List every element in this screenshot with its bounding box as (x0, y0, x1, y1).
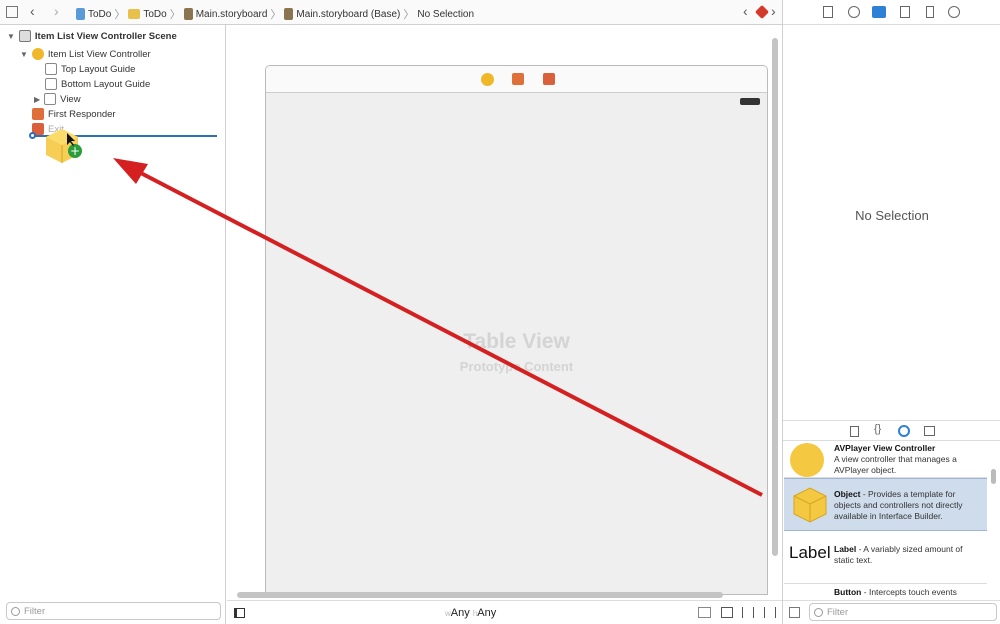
library-tabs: {} (783, 420, 1000, 441)
library-item-avplayer[interactable]: AVPlayer View Controller A view controlle… (784, 441, 987, 478)
library-item-button[interactable]: Button - Intercepts touch events (784, 584, 987, 600)
pin-icon[interactable] (742, 607, 754, 618)
h-value: Any (477, 607, 497, 619)
size-class-button[interactable]: wAny hAny (445, 607, 496, 619)
connections-inspector-icon[interactable] (948, 6, 960, 18)
first-responder-icon (32, 108, 44, 120)
outline-top-layout-guide[interactable]: Top Layout Guide (45, 62, 135, 76)
w-value: Any (450, 607, 470, 619)
scene-label: Item List View Controller Scene (34, 30, 177, 42)
desc-text: Intercepts touch events (868, 587, 957, 597)
breadcrumb-selection[interactable]: No Selection (417, 9, 474, 20)
item-label: View (60, 93, 81, 105)
scene-dock (266, 66, 767, 93)
canvas-bottom-bar: wAny hAny (227, 600, 782, 624)
breadcrumb-project[interactable]: ToDo (88, 9, 111, 20)
document-outline: ▼ Item List View Controller Scene ▼ Item L… (0, 25, 226, 624)
svg-text:+: + (70, 144, 80, 158)
outline-controller[interactable]: ▼ Item List View Controller (20, 47, 151, 61)
grid-view-icon[interactable] (789, 607, 800, 618)
object-library-icon[interactable] (898, 425, 910, 437)
stack-icon[interactable] (698, 607, 711, 618)
layout-guide-icon (45, 63, 57, 75)
table-view-subtitle: Prototype Content (459, 359, 574, 374)
item-label: Bottom Layout Guide (61, 78, 151, 90)
toggle-outline-icon[interactable] (234, 608, 245, 618)
prev-issue-icon[interactable]: ‹ (743, 3, 748, 19)
table-view-title: Table View (463, 330, 570, 353)
view-controller-icon (31, 48, 44, 60)
breadcrumb-file[interactable]: Main.storyboard (196, 9, 268, 20)
dragged-object-icon: + (46, 129, 82, 163)
view-controller-icon[interactable] (481, 73, 494, 86)
outline-filter-input[interactable]: Filter (6, 602, 221, 620)
battery-icon (740, 98, 760, 105)
media-library-icon[interactable] (924, 426, 935, 436)
canvas-vertical-scrollbar[interactable] (772, 38, 778, 556)
library-bottom-bar: Filter (783, 600, 1000, 624)
breadcrumb-base[interactable]: Main.storyboard (Base) (296, 9, 400, 20)
item-name: Object (834, 489, 861, 499)
library-item-label[interactable]: Label Label - A variably sized amount of… (784, 531, 987, 584)
no-selection-label: No Selection (855, 208, 929, 223)
breadcrumb: ToDo 〉 ToDo 〉 Main.storyboard 〉 Main.storyb… (76, 6, 474, 22)
inspector-tabs (783, 0, 1000, 25)
file-template-library-icon[interactable] (850, 426, 859, 437)
utilities-panel: No Selection {} AVPlayer View Controller… (782, 0, 1000, 624)
scene-icon (18, 30, 31, 42)
outline-view[interactable]: ▶ View (34, 92, 81, 106)
library-item-desc: Object - Provides a template for objects… (834, 489, 963, 521)
help-icon[interactable] (848, 6, 860, 18)
library-item-object[interactable]: Object - Provides a template for objects… (784, 478, 987, 531)
library-filter-input[interactable]: Filter (809, 603, 997, 621)
exit-icon[interactable] (543, 73, 555, 85)
item-label: First Responder (48, 108, 116, 120)
avplayer-icon (790, 443, 824, 477)
related-items-icon[interactable] (6, 6, 18, 18)
attributes-inspector-icon[interactable] (900, 6, 910, 18)
storyboard-icon (284, 8, 294, 20)
filter-placeholder: Filter (24, 605, 46, 617)
file-inspector-icon[interactable] (823, 6, 833, 18)
item-label: Top Layout Guide (61, 63, 136, 75)
project-icon (76, 8, 85, 20)
view-icon (44, 93, 57, 105)
library-item-desc: Button - Intercepts touch events (834, 587, 957, 597)
back-icon[interactable]: ‹ (30, 3, 35, 19)
layout-guide-icon (45, 78, 57, 90)
forward-icon[interactable]: › (54, 3, 59, 19)
identity-inspector-icon[interactable] (872, 6, 886, 18)
outline-scene[interactable]: ▼ Item List View Controller Scene (7, 29, 177, 43)
object-cube-icon (793, 487, 827, 523)
scene-view-controller[interactable]: Table View Prototype Content (265, 65, 768, 595)
canvas-horizontal-scrollbar[interactable] (237, 592, 723, 598)
item-name: Label (834, 544, 857, 554)
code-snippet-library-icon[interactable]: {} (874, 423, 881, 435)
desc-text: A view controller that manages a AVPlaye… (834, 454, 957, 475)
first-responder-icon[interactable] (512, 73, 524, 85)
filter-icon (814, 607, 823, 617)
controller-label: Item List View Controller (47, 48, 151, 60)
breadcrumb-group[interactable]: ToDo (143, 9, 166, 20)
item-name: AVPlayer View Controller (834, 443, 936, 453)
storyboard-icon (183, 8, 193, 20)
label-preview-icon: Label (789, 543, 831, 562)
filter-placeholder: Filter (827, 606, 849, 618)
object-library-list: AVPlayer View Controller A view controlle… (783, 441, 1000, 600)
library-item-desc: Label - A variably sized amount of stati… (834, 544, 963, 565)
error-icon[interactable] (754, 4, 770, 20)
folder-icon (128, 9, 141, 19)
outline-first-responder[interactable]: First Responder (32, 107, 116, 121)
next-issue-icon[interactable]: › (771, 3, 776, 19)
align-icon[interactable] (721, 607, 733, 618)
drop-indicator-dot (29, 132, 36, 139)
library-item-desc: AVPlayer View Controller A view controlle… (834, 443, 986, 476)
outline-bottom-layout-guide[interactable]: Bottom Layout Guide (45, 77, 150, 91)
filter-icon (11, 606, 20, 616)
size-inspector-icon[interactable] (926, 6, 934, 18)
resolve-issues-icon[interactable] (764, 607, 776, 618)
library-scrollbar[interactable] (991, 469, 996, 484)
item-name: Button (834, 587, 862, 597)
